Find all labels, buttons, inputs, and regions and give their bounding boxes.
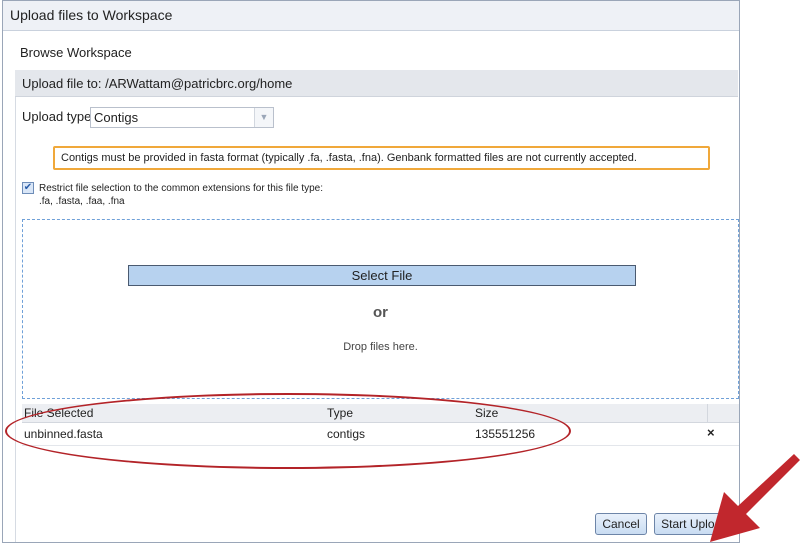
upload-type-select[interactable]: Contigs ▼: [90, 107, 274, 128]
select-file-button[interactable]: Select File: [128, 265, 636, 286]
file-drop-zone[interactable]: Select File or Drop files here.: [22, 219, 739, 399]
upload-dialog: Upload files to Workspace Browse Workspa…: [2, 0, 740, 543]
selected-files-table: File Selected Type Size unbinned.fasta c…: [22, 404, 739, 446]
cancel-button[interactable]: Cancel: [595, 513, 647, 535]
format-notice: Contigs must be provided in fasta format…: [53, 146, 710, 170]
upload-destination: Upload file to: /ARWattam@patricbrc.org/…: [15, 70, 738, 97]
restrict-checkbox[interactable]: ✔: [22, 182, 34, 194]
or-separator: or: [373, 304, 388, 321]
file-size-cell: 135551256: [475, 427, 536, 441]
column-size: Size: [475, 406, 499, 420]
file-type-cell: contigs: [327, 427, 366, 441]
file-name-cell: unbinned.fasta: [24, 427, 103, 441]
column-separator: [707, 404, 708, 422]
restrict-label: Restrict file selection to the common ex…: [39, 182, 459, 208]
drop-files-hint: Drop files here.: [343, 341, 418, 353]
browse-workspace-link[interactable]: Browse Workspace: [20, 45, 132, 60]
upload-type-value: Contigs: [94, 110, 139, 125]
close-icon[interactable]: ×: [707, 425, 715, 440]
column-type: Type: [327, 406, 354, 420]
chevron-down-icon[interactable]: ▼: [254, 108, 273, 127]
table-header: File Selected Type Size: [22, 404, 739, 423]
upload-type-label: Upload type:: [22, 109, 95, 124]
restrict-label-line1: Restrict file selection to the common ex…: [39, 183, 324, 194]
dialog-title: Upload files to Workspace: [3, 1, 739, 31]
column-file-selected: File Selected: [24, 406, 94, 420]
restrict-extensions-list: .fa, .fasta, .faa, .fna: [39, 196, 125, 207]
start-upload-button[interactable]: Start Upload: [654, 513, 735, 535]
table-row[interactable]: unbinned.fasta contigs 135551256 ×: [22, 423, 739, 446]
